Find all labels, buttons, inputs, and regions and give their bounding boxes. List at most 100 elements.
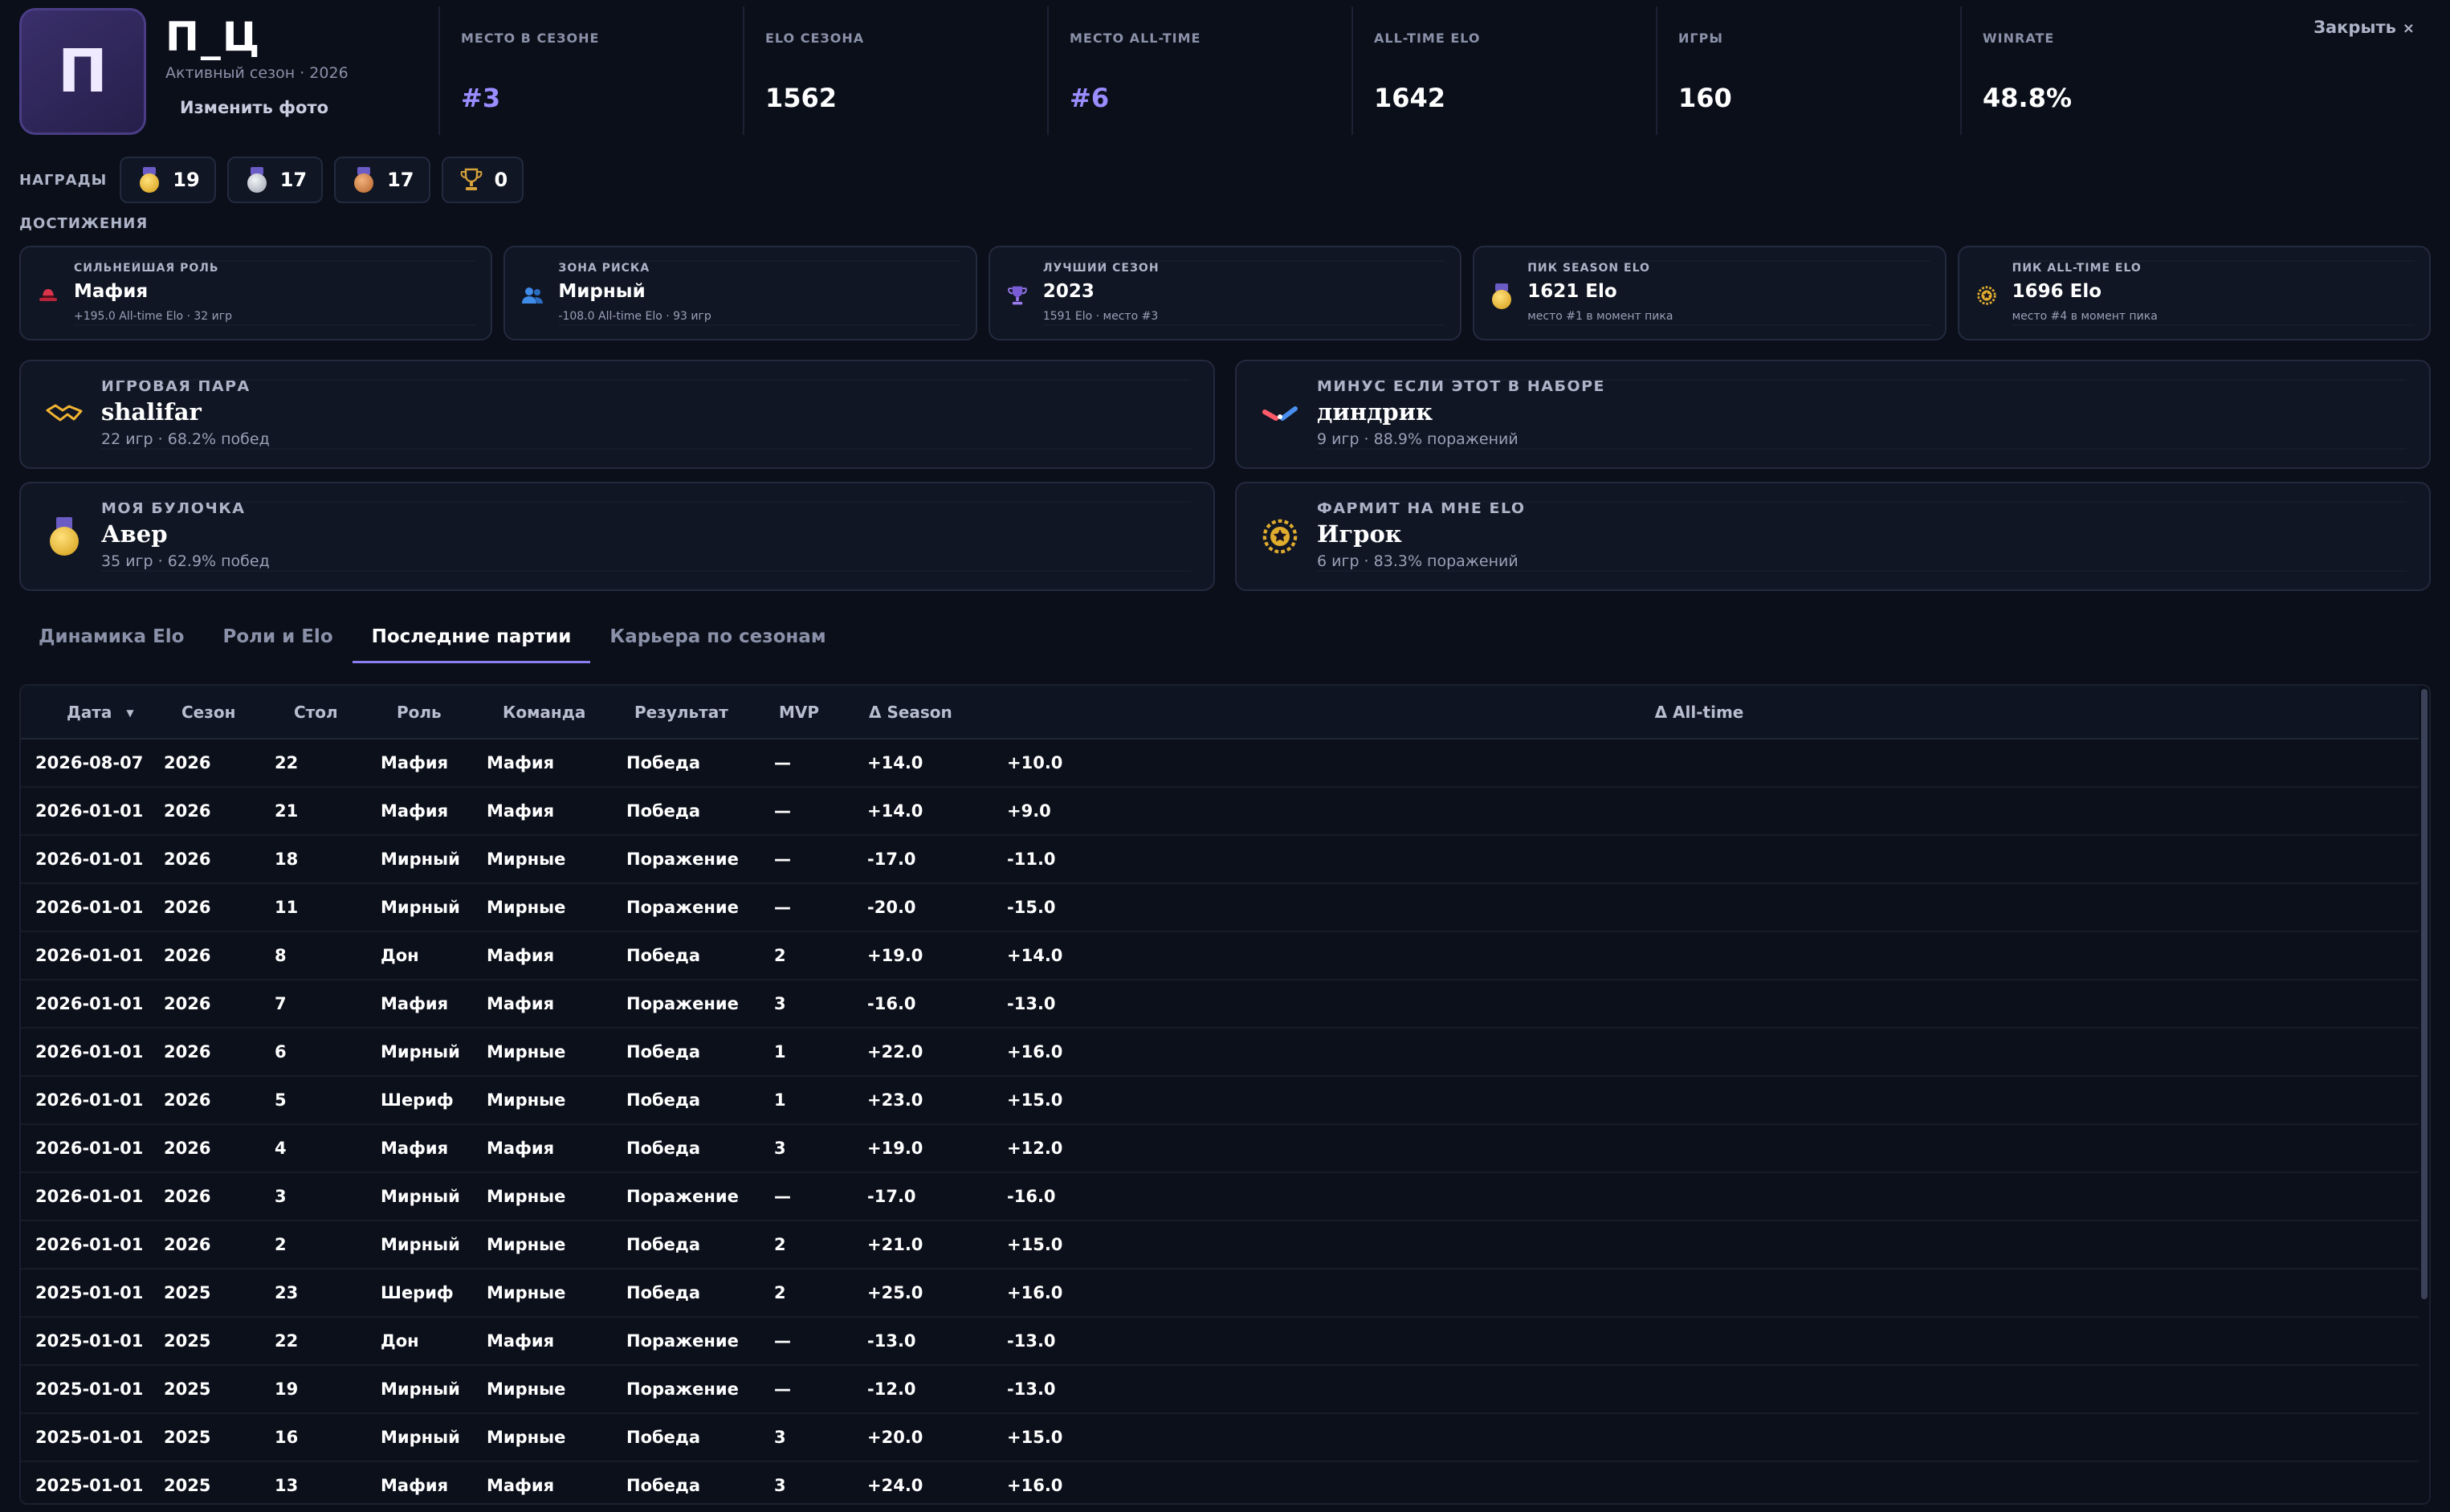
table-row[interactable]: 2026-01-01 2026 6 Мирный Мирные Победа 1 +22.0 +… (21, 1028, 2419, 1076)
tab-elo-dynamics[interactable]: Динамика Elo (19, 615, 203, 663)
cell-team: Мафия (487, 1331, 555, 1351)
cell-date: 2026-01-01 (35, 994, 144, 1013)
cell-delta-alltime: -13.0 (1007, 1331, 1056, 1351)
relation-title: ИГРОВАЯ ПАРА (101, 377, 251, 395)
cell-table: 23 (275, 1283, 299, 1302)
cell-result: Поражение (626, 1380, 739, 1399)
stat-alltime-rank: МЕСТО ALL-TIME #6 (1047, 6, 1351, 135)
avatar: П (19, 8, 146, 135)
awards-row: НАГРАДЫ 19 17 17 0 (19, 156, 535, 204)
tab-season-career[interactable]: Карьера по сезонам (590, 615, 845, 663)
cell-role: Шериф (381, 1283, 454, 1302)
table-row[interactable]: 2025-01-01 2025 16 Мирный Мирные Победа 3 +20.0… (21, 1413, 2419, 1461)
cell-delta-alltime: -16.0 (1007, 1187, 1056, 1206)
cell-date: 2025-01-01 (35, 1380, 144, 1399)
cell-mvp: 2 (774, 946, 786, 965)
tab-recent-games[interactable]: Последние партии (352, 615, 591, 663)
cell-delta-season: +21.0 (867, 1235, 923, 1254)
cell-delta-season: +20.0 (867, 1428, 923, 1447)
column-header-role[interactable]: Роль (366, 686, 472, 739)
cell-team: Мирные (487, 1090, 566, 1110)
cell-team: Мирные (487, 1235, 566, 1254)
tab-roles-elo[interactable]: Роли и Elo (203, 615, 352, 663)
cell-delta-season: +25.0 (867, 1283, 923, 1302)
achievement-title: ПИК SEASON ELO (1527, 262, 1650, 275)
relation-title: МОЯ БУЛОЧКА (101, 499, 246, 517)
close-icon: × (2402, 20, 2415, 37)
cell-role: Дон (381, 1331, 419, 1351)
relation-game-pair: ИГРОВАЯ ПАРА shalifar 22 игр · 68.2% поб… (19, 360, 1215, 469)
cell-delta-alltime: +16.0 (1007, 1283, 1063, 1302)
cell-delta-season: +14.0 (867, 801, 923, 821)
cell-role: Мирный (381, 1042, 460, 1062)
cell-team: Мафия (487, 946, 555, 965)
cell-role: Дон (381, 946, 419, 965)
table-row[interactable]: 2026-01-01 2026 4 Мафия Мафия Победа 3 +19.0 +12… (21, 1124, 2419, 1172)
column-header-table[interactable]: Стол (260, 686, 366, 739)
table-row[interactable]: 2026-01-01 2026 11 Мирный Мирные Поражение — -2… (21, 883, 2419, 931)
cell-mvp: 3 (774, 994, 786, 1013)
cell-table: 13 (275, 1476, 299, 1495)
cell-delta-season: -16.0 (867, 994, 916, 1013)
table-row[interactable]: 2026-01-01 2026 21 Мафия Мафия Победа — +14.0 +9… (21, 787, 2419, 835)
relation-player-name: Авер (101, 520, 168, 548)
cell-date: 2026-01-01 (35, 1139, 144, 1158)
cell-mvp: 1 (774, 1090, 786, 1110)
change-photo-button[interactable]: Изменить фото (180, 98, 328, 117)
column-header-delta-season[interactable]: Δ Season (853, 686, 993, 739)
scroll-thumb[interactable] (2421, 689, 2428, 1299)
table-row[interactable]: 2025-01-01 2025 13 Мафия Мафия Победа 3 +24.0 +1… (21, 1461, 2419, 1503)
cell-role: Мирный (381, 1380, 460, 1399)
cell-team: Мафия (487, 994, 555, 1013)
column-header-delta-alltime[interactable]: Δ All-time (993, 686, 2419, 739)
table-row[interactable]: 2026-01-01 2026 8 Дон Мафия Победа 2 +19.0 +14.0 (21, 931, 2419, 980)
cell-mvp: — (774, 1380, 791, 1399)
table-row[interactable]: 2025-01-01 2025 22 Дон Мафия Поражение — -13.0 -… (21, 1317, 2419, 1365)
cell-mvp: — (774, 753, 791, 772)
award-count: 17 (279, 169, 308, 191)
table-row[interactable]: 2026-08-07 2026 22 Мафия Мафия Победа — +14.0 +1… (21, 739, 2419, 787)
relation-sub: 22 игр · 68.2% побед (101, 430, 270, 448)
cell-result: Поражение (626, 994, 739, 1013)
column-header-season[interactable]: Сезон (149, 686, 260, 739)
award-count: 0 (494, 169, 508, 191)
table-scrollbar[interactable] (2419, 686, 2429, 1503)
handshake-icon (43, 393, 85, 435)
table-row[interactable]: 2026-01-01 2026 2 Мирный Мирные Победа 2 +21.0 +… (21, 1221, 2419, 1269)
achievements-row: СИЛЬНЕЙШАЯ РОЛЬ Мафия +195.0 All-time El… (19, 246, 2432, 340)
table-row[interactable]: 2025-01-01 2025 23 Шериф Мирные Победа 2 +25.0 +… (21, 1269, 2419, 1317)
achievement-title: ЗОНА РИСКА (558, 262, 650, 275)
table-row[interactable]: 2025-01-01 2025 19 Мирный Мирные Поражение — -1… (21, 1365, 2419, 1413)
stat-label: WINRATE (1983, 31, 2055, 46)
player-nickname: П_Ц (165, 14, 262, 60)
close-button[interactable]: Закрыть × (2313, 18, 2415, 37)
table-row[interactable]: 2026-01-01 2026 7 Мафия Мафия Поражение 3 -16.0… (21, 980, 2419, 1028)
cell-delta-season: +24.0 (867, 1476, 923, 1495)
table-row[interactable]: 2026-01-01 2026 3 Мирный Мирные Поражение — -17… (21, 1172, 2419, 1221)
achievement-peak-alltime-elo: ПИК ALL-TIME ELO 1696 Elo место #4 в мом… (1957, 246, 2432, 340)
cell-result: Поражение (626, 898, 739, 917)
table-row[interactable]: 2026-01-01 2026 5 Шериф Мирные Победа 1 +23.0 +1… (21, 1076, 2419, 1124)
column-header-mvp[interactable]: MVP (760, 686, 853, 739)
column-header-date[interactable]: Дата ▼ (21, 686, 149, 739)
cell-table: 22 (275, 753, 299, 772)
cell-date: 2025-01-01 (35, 1331, 144, 1351)
table-row[interactable]: 2026-01-01 2026 18 Мирный Мирные Поражение — -1… (21, 835, 2419, 883)
stat-value: #3 (461, 83, 501, 113)
awards-label: НАГРАДЫ (19, 171, 108, 189)
column-header-result[interactable]: Результат (612, 686, 760, 739)
cell-result: Поражение (626, 850, 739, 869)
stat-label: ИГРЫ (1678, 31, 1723, 46)
cell-delta-alltime: +10.0 (1007, 753, 1063, 772)
cell-mvp: — (774, 898, 791, 917)
stat-label: МЕСТО В СЕЗОНЕ (461, 31, 600, 46)
column-header-team[interactable]: Команда (472, 686, 612, 739)
cell-delta-alltime: +16.0 (1007, 1476, 1063, 1495)
stat-value: 1642 (1374, 83, 1446, 113)
cell-team: Мирные (487, 1428, 566, 1447)
award-bronze: 17 (334, 157, 430, 203)
cell-team: Мафия (487, 1476, 555, 1495)
profile-modal: П П_Ц Активный сезон · 2026 Изменить фот… (0, 0, 2450, 1512)
cell-season: 2025 (164, 1331, 211, 1351)
cell-role: Мафия (381, 1139, 449, 1158)
